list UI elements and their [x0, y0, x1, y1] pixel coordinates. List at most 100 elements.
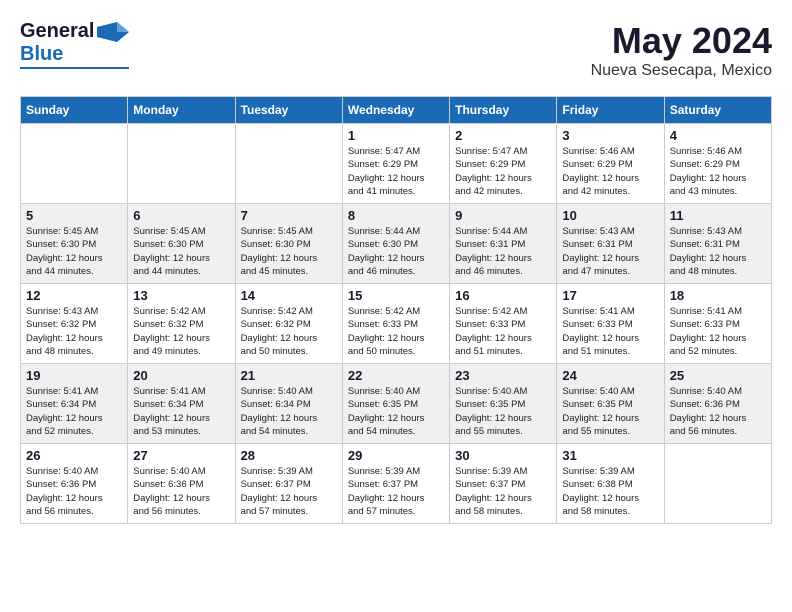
- day-info: Sunrise: 5:40 AM Sunset: 6:36 PM Dayligh…: [26, 465, 122, 518]
- page-header: General Blue May 2024 Nueva Sesecapa, Me…: [20, 20, 772, 80]
- day-number: 16: [455, 288, 551, 303]
- table-row: 8Sunrise: 5:44 AM Sunset: 6:30 PM Daylig…: [342, 204, 449, 284]
- day-info: Sunrise: 5:45 AM Sunset: 6:30 PM Dayligh…: [26, 225, 122, 278]
- day-info: Sunrise: 5:42 AM Sunset: 6:32 PM Dayligh…: [241, 305, 337, 358]
- day-info: Sunrise: 5:40 AM Sunset: 6:36 PM Dayligh…: [670, 385, 766, 438]
- table-row: 12 Sunrise: 5:43 AM Sunset: 6:32 PM Dayli…: [21, 284, 128, 364]
- day-number: 17: [562, 288, 658, 303]
- logo-text-blue: Blue: [20, 43, 63, 66]
- table-row: 3Sunrise: 5:46 AM Sunset: 6:29 PM Daylig…: [557, 124, 664, 204]
- day-info: Sunrise: 5:40 AM Sunset: 6:35 PM Dayligh…: [348, 385, 444, 438]
- table-row: 13 Sunrise: 5:42 AM Sunset: 6:32 PM Dayli…: [128, 284, 235, 364]
- day-info: Sunrise: 5:47 AM Sunset: 6:29 PM Dayligh…: [455, 145, 551, 198]
- col-friday: Friday: [557, 97, 664, 124]
- day-info: Sunrise: 5:39 AM Sunset: 6:37 PM Dayligh…: [241, 465, 337, 518]
- table-row: 14Sunrise: 5:42 AM Sunset: 6:32 PM Dayli…: [235, 284, 342, 364]
- table-row: 20 Sunrise: 5:41 AM Sunset: 6:34 PM Dayli…: [128, 364, 235, 444]
- col-thursday: Thursday: [450, 97, 557, 124]
- table-row: 29 Sunrise: 5:39 AM Sunset: 6:37 PM Dayli…: [342, 444, 449, 524]
- day-info: Sunrise: 5:40 AM Sunset: 6:34 PM Dayligh…: [241, 385, 337, 438]
- table-row: 19 Sunrise: 5:41 AM Sunset: 6:34 PM Dayli…: [21, 364, 128, 444]
- table-row: 21 Sunrise: 5:40 AM Sunset: 6:34 PM Dayli…: [235, 364, 342, 444]
- day-info: Sunrise: 5:39 AM Sunset: 6:37 PM Dayligh…: [455, 465, 551, 518]
- col-saturday: Saturday: [664, 97, 771, 124]
- day-number: 22: [348, 368, 444, 383]
- day-number: 26: [26, 448, 122, 463]
- day-number: 20: [133, 368, 229, 383]
- month-title: May 2024: [591, 20, 772, 62]
- table-row: 7 Sunrise: 5:45 AM Sunset: 6:30 PM Daylig…: [235, 204, 342, 284]
- table-row: [235, 124, 342, 204]
- day-number: 28: [241, 448, 337, 463]
- day-info: Sunrise: 5:40 AM Sunset: 6:36 PM Dayligh…: [133, 465, 229, 518]
- col-wednesday: Wednesday: [342, 97, 449, 124]
- day-info: Sunrise: 5:47 AM Sunset: 6:29 PM Dayligh…: [348, 145, 444, 198]
- day-info: Sunrise: 5:41 AM Sunset: 6:33 PM Dayligh…: [562, 305, 658, 358]
- day-number: 31: [562, 448, 658, 463]
- day-number: 10: [562, 208, 658, 223]
- table-row: 5 Sunrise: 5:45 AM Sunset: 6:30 PM Daylig…: [21, 204, 128, 284]
- day-info: Sunrise: 5:43 AM Sunset: 6:31 PM Dayligh…: [562, 225, 658, 278]
- day-info: Sunrise: 5:42 AM Sunset: 6:33 PM Dayligh…: [348, 305, 444, 358]
- day-number: 29: [348, 448, 444, 463]
- table-row: 23Sunrise: 5:40 AM Sunset: 6:35 PM Dayli…: [450, 364, 557, 444]
- calendar-week-row: 5 Sunrise: 5:45 AM Sunset: 6:30 PM Daylig…: [21, 204, 772, 284]
- col-tuesday: Tuesday: [235, 97, 342, 124]
- logo: General Blue: [20, 20, 129, 69]
- day-number: 24: [562, 368, 658, 383]
- table-row: 16 Sunrise: 5:42 AM Sunset: 6:33 PM Dayli…: [450, 284, 557, 364]
- calendar-table: Sunday Monday Tuesday Wednesday Thursday…: [20, 96, 772, 524]
- day-info: Sunrise: 5:43 AM Sunset: 6:32 PM Dayligh…: [26, 305, 122, 358]
- day-number: 11: [670, 208, 766, 223]
- day-number: 9: [455, 208, 551, 223]
- day-number: 4: [670, 128, 766, 143]
- day-info: Sunrise: 5:42 AM Sunset: 6:33 PM Dayligh…: [455, 305, 551, 358]
- table-row: 6 Sunrise: 5:45 AM Sunset: 6:30 PM Daylig…: [128, 204, 235, 284]
- table-row: [21, 124, 128, 204]
- day-number: 25: [670, 368, 766, 383]
- table-row: 10 Sunrise: 5:43 AM Sunset: 6:31 PM Dayli…: [557, 204, 664, 284]
- day-number: 30: [455, 448, 551, 463]
- table-row: 15 Sunrise: 5:42 AM Sunset: 6:33 PM Dayli…: [342, 284, 449, 364]
- day-number: 18: [670, 288, 766, 303]
- day-info: Sunrise: 5:46 AM Sunset: 6:29 PM Dayligh…: [670, 145, 766, 198]
- location: Nueva Sesecapa, Mexico: [591, 62, 772, 80]
- table-row: 28 Sunrise: 5:39 AM Sunset: 6:37 PM Dayli…: [235, 444, 342, 524]
- day-info: Sunrise: 5:44 AM Sunset: 6:30 PM Dayligh…: [348, 225, 444, 278]
- table-row: 24 Sunrise: 5:40 AM Sunset: 6:35 PM Dayli…: [557, 364, 664, 444]
- day-number: 27: [133, 448, 229, 463]
- day-info: Sunrise: 5:46 AM Sunset: 6:29 PM Dayligh…: [562, 145, 658, 198]
- day-number: 1: [348, 128, 444, 143]
- logo-text-general: General: [20, 20, 94, 43]
- day-number: 2: [455, 128, 551, 143]
- day-number: 7: [241, 208, 337, 223]
- calendar-header-row: Sunday Monday Tuesday Wednesday Thursday…: [21, 97, 772, 124]
- table-row: 26 Sunrise: 5:40 AM Sunset: 6:36 PM Dayli…: [21, 444, 128, 524]
- day-info: Sunrise: 5:41 AM Sunset: 6:34 PM Dayligh…: [133, 385, 229, 438]
- day-number: 21: [241, 368, 337, 383]
- day-number: 13: [133, 288, 229, 303]
- table-row: 2 Sunrise: 5:47 AM Sunset: 6:29 PM Daylig…: [450, 124, 557, 204]
- calendar-week-row: 19 Sunrise: 5:41 AM Sunset: 6:34 PM Dayli…: [21, 364, 772, 444]
- day-info: Sunrise: 5:42 AM Sunset: 6:32 PM Dayligh…: [133, 305, 229, 358]
- day-number: 5: [26, 208, 122, 223]
- day-number: 23: [455, 368, 551, 383]
- table-row: 4 Sunrise: 5:46 AM Sunset: 6:29 PM Daylig…: [664, 124, 771, 204]
- day-info: Sunrise: 5:40 AM Sunset: 6:35 PM Dayligh…: [562, 385, 658, 438]
- day-info: Sunrise: 5:45 AM Sunset: 6:30 PM Dayligh…: [241, 225, 337, 278]
- table-row: 11 Sunrise: 5:43 AM Sunset: 6:31 PM Dayli…: [664, 204, 771, 284]
- calendar-week-row: 12 Sunrise: 5:43 AM Sunset: 6:32 PM Dayli…: [21, 284, 772, 364]
- day-number: 19: [26, 368, 122, 383]
- day-info: Sunrise: 5:41 AM Sunset: 6:33 PM Dayligh…: [670, 305, 766, 358]
- calendar-week-row: 1 Sunrise: 5:47 AM Sunset: 6:29 PM Daylig…: [21, 124, 772, 204]
- table-row: 1 Sunrise: 5:47 AM Sunset: 6:29 PM Daylig…: [342, 124, 449, 204]
- day-info: Sunrise: 5:43 AM Sunset: 6:31 PM Dayligh…: [670, 225, 766, 278]
- table-row: 9Sunrise: 5:44 AM Sunset: 6:31 PM Daylig…: [450, 204, 557, 284]
- day-info: Sunrise: 5:45 AM Sunset: 6:30 PM Dayligh…: [133, 225, 229, 278]
- day-info: Sunrise: 5:39 AM Sunset: 6:37 PM Dayligh…: [348, 465, 444, 518]
- logo-bird-icon: [97, 22, 129, 42]
- day-number: 12: [26, 288, 122, 303]
- day-number: 15: [348, 288, 444, 303]
- day-number: 6: [133, 208, 229, 223]
- day-info: Sunrise: 5:41 AM Sunset: 6:34 PM Dayligh…: [26, 385, 122, 438]
